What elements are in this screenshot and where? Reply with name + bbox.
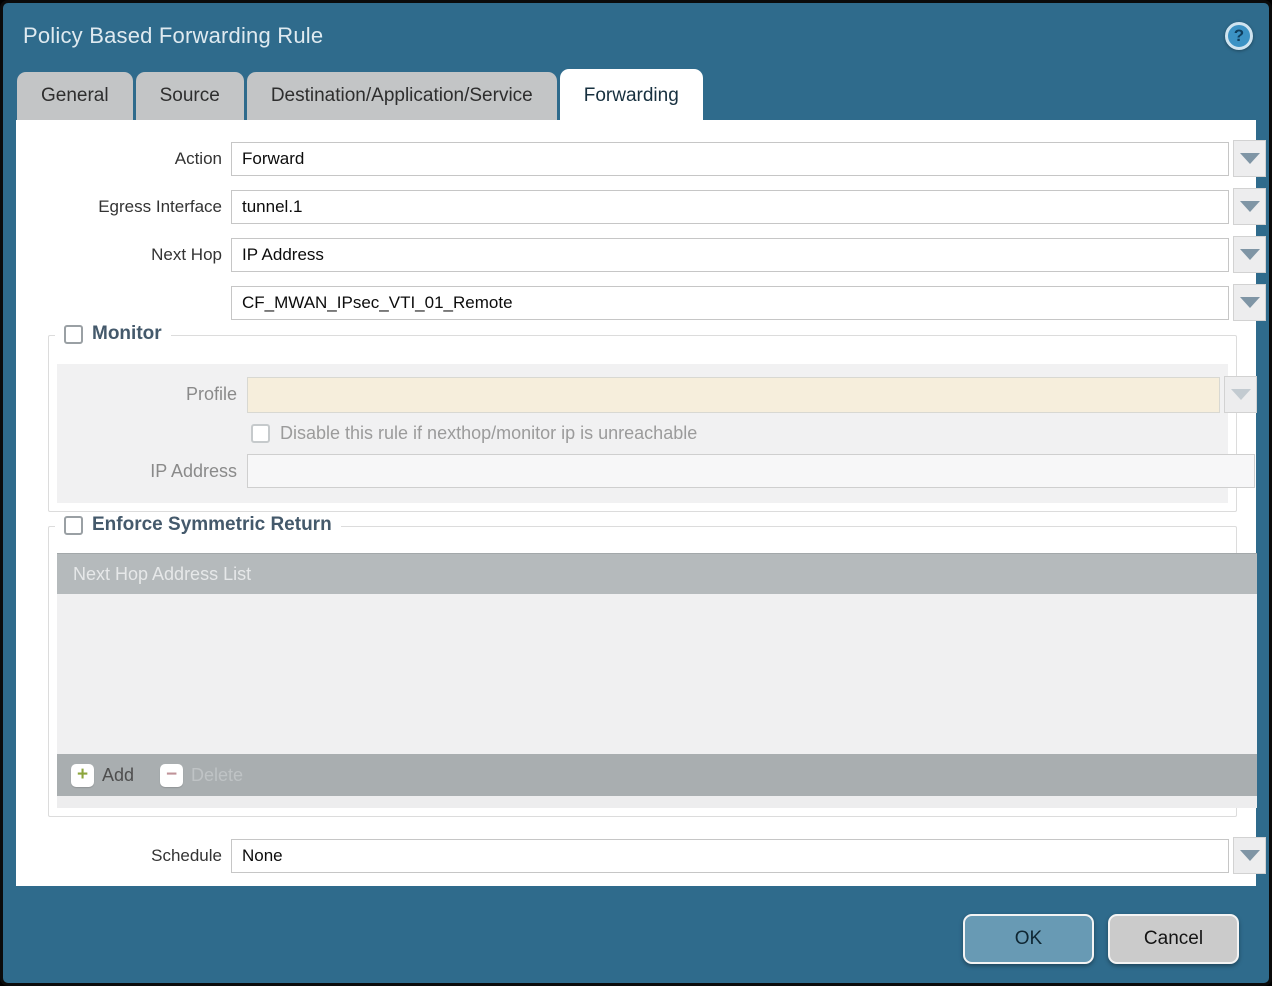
symmetric-return-group: Enforce Symmetric Return Next Hop Addres… xyxy=(48,526,1237,817)
next-hop-row: Next Hop IP Address xyxy=(16,236,1256,273)
egress-interface-label: Egress Interface xyxy=(16,197,231,217)
action-row: Action Forward xyxy=(16,140,1256,177)
schedule-dropdown[interactable]: None xyxy=(231,839,1229,873)
monitor-group-header: Monitor xyxy=(55,323,171,345)
action-dropdown[interactable]: Forward xyxy=(231,142,1229,176)
next-hop-address-table: Next Hop Address List + Add − Delete xyxy=(57,553,1257,808)
egress-interface-value: tunnel.1 xyxy=(242,197,303,217)
enforce-symmetric-return-legend: Enforce Symmetric Return xyxy=(92,514,332,536)
next-hop-address-list-header: Next Hop Address List xyxy=(57,553,1257,594)
chevron-down-icon xyxy=(1240,850,1260,861)
monitor-panel: Profile Disable this rule if nexthop/mon… xyxy=(57,364,1228,503)
monitor-profile-row: Profile xyxy=(57,376,1228,413)
next-hop-label: Next Hop xyxy=(16,245,231,265)
next-hop-address-list-toolbar: + Add − Delete xyxy=(57,754,1257,796)
schedule-row: Schedule None xyxy=(16,837,1256,874)
egress-interface-row: Egress Interface tunnel.1 xyxy=(16,188,1256,225)
schedule-value: None xyxy=(242,846,283,866)
next-hop-address-value: CF_MWAN_IPsec_VTI_01_Remote xyxy=(242,293,513,313)
next-hop-address-row: CF_MWAN_IPsec_VTI_01_Remote xyxy=(16,284,1256,321)
action-dropdown-button[interactable] xyxy=(1233,140,1266,177)
monitor-ip-row: IP Address xyxy=(57,454,1228,488)
add-button[interactable]: + Add xyxy=(71,764,134,787)
cancel-button[interactable]: Cancel xyxy=(1108,914,1239,964)
tab-destination-application-service[interactable]: Destination/Application/Service xyxy=(247,72,557,120)
dialog-footer: OK Cancel xyxy=(3,886,1269,964)
delete-button-label: Delete xyxy=(191,765,243,786)
egress-interface-dropdown-button[interactable] xyxy=(1233,188,1266,225)
dialog-titlebar: Policy Based Forwarding Rule ? xyxy=(3,3,1269,69)
chevron-down-icon xyxy=(1240,297,1260,308)
egress-interface-dropdown[interactable]: tunnel.1 xyxy=(231,190,1229,224)
monitor-ip-input xyxy=(247,454,1255,488)
next-hop-address-list-body xyxy=(57,594,1257,754)
dialog-title: Policy Based Forwarding Rule xyxy=(23,23,323,49)
tab-general[interactable]: General xyxy=(17,72,133,120)
monitor-legend: Monitor xyxy=(92,323,162,345)
add-button-label: Add xyxy=(102,765,134,786)
monitor-group: Monitor Profile Disable this rule if nex… xyxy=(48,335,1237,512)
monitor-profile-dropdown-button xyxy=(1224,376,1257,413)
monitor-checkbox[interactable] xyxy=(64,325,83,344)
next-hop-type-value: IP Address xyxy=(242,245,324,265)
tab-bar: General Source Destination/Application/S… xyxy=(3,69,1269,120)
next-hop-address-dropdown[interactable]: CF_MWAN_IPsec_VTI_01_Remote xyxy=(231,286,1229,320)
monitor-ip-label: IP Address xyxy=(57,461,247,482)
action-label: Action xyxy=(16,149,231,169)
delete-button: − Delete xyxy=(160,764,243,787)
monitor-profile-label: Profile xyxy=(57,384,247,405)
next-hop-type-dropdown-button[interactable] xyxy=(1233,236,1266,273)
disable-rule-checkbox xyxy=(251,424,270,443)
minus-icon: − xyxy=(160,764,183,787)
forwarding-tab-panel: Action Forward Egress Interface tunnel.1… xyxy=(16,120,1256,886)
monitor-profile-dropdown xyxy=(247,377,1220,413)
chevron-down-icon xyxy=(1231,389,1251,400)
chevron-down-icon xyxy=(1240,153,1260,164)
plus-icon: + xyxy=(71,764,94,787)
chevron-down-icon xyxy=(1240,249,1260,260)
tab-source[interactable]: Source xyxy=(136,72,244,120)
action-value: Forward xyxy=(242,149,304,169)
schedule-dropdown-button[interactable] xyxy=(1233,837,1266,874)
help-glyph: ? xyxy=(1234,26,1244,46)
tab-forwarding[interactable]: Forwarding xyxy=(560,69,703,120)
monitor-disable-row: Disable this rule if nexthop/monitor ip … xyxy=(251,423,1228,444)
schedule-label: Schedule xyxy=(16,846,231,866)
next-hop-type-dropdown[interactable]: IP Address xyxy=(231,238,1229,272)
policy-based-forwarding-dialog: Policy Based Forwarding Rule ? General S… xyxy=(0,0,1272,986)
table-bottom-strip xyxy=(57,796,1257,808)
disable-rule-label: Disable this rule if nexthop/monitor ip … xyxy=(280,423,697,444)
next-hop-address-dropdown-button[interactable] xyxy=(1233,284,1266,321)
ok-button[interactable]: OK xyxy=(963,914,1094,964)
enforce-symmetric-return-checkbox[interactable] xyxy=(64,516,83,535)
help-icon[interactable]: ? xyxy=(1225,22,1253,50)
symmetric-return-group-header: Enforce Symmetric Return xyxy=(55,514,341,536)
chevron-down-icon xyxy=(1240,201,1260,212)
